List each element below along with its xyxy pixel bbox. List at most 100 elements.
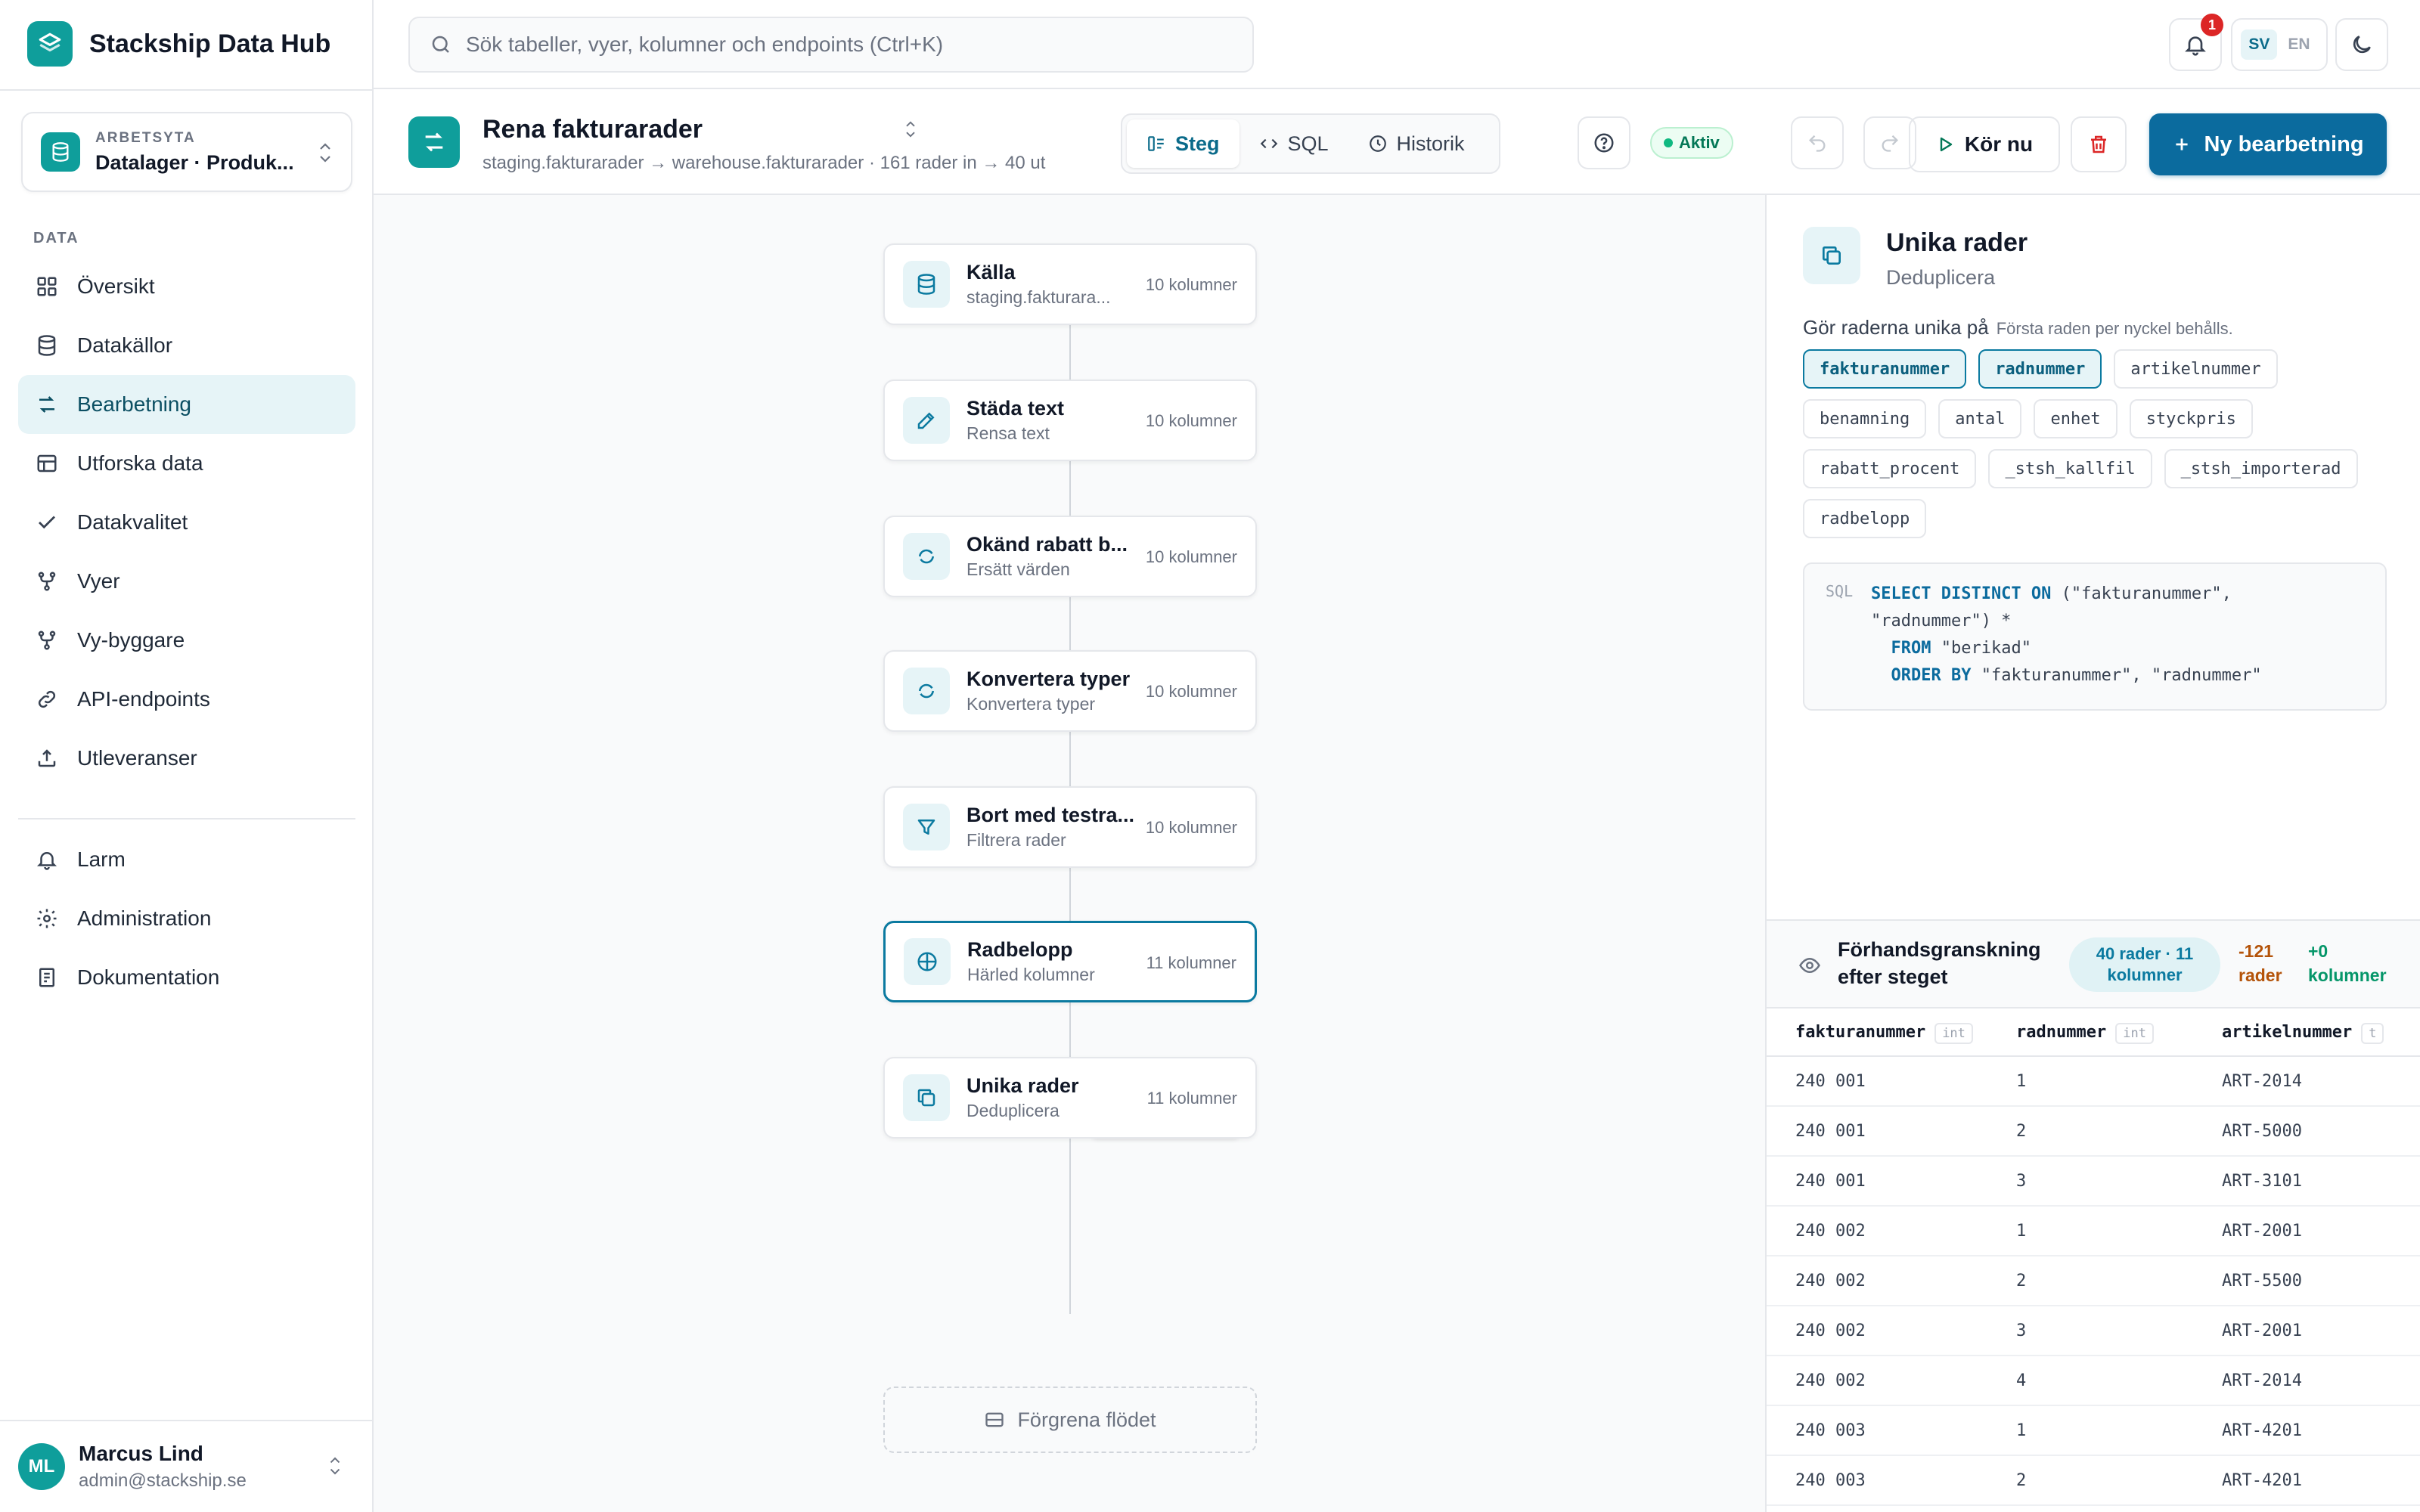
sidebar-item-vy-byggare[interactable]: Vy-byggare — [18, 611, 355, 670]
column-chip[interactable]: rabatt_procent — [1803, 449, 1977, 488]
transform-icon — [35, 392, 59, 417]
step-node-unika-rader[interactable]: Unika rader Deduplicera 11 kolumner — [883, 1057, 1257, 1139]
gear-icon — [35, 906, 59, 931]
tab-sql[interactable]: SQL — [1239, 119, 1348, 168]
chevron-updown-icon[interactable] — [903, 118, 918, 141]
database-icon — [35, 333, 59, 358]
column-chip[interactable]: styckpris — [2129, 399, 2253, 438]
sidebar-item-label: API-endpoints — [77, 687, 210, 711]
table-cell: 2 — [2016, 1470, 2027, 1490]
sidebar-item-label: Datakällor — [77, 333, 173, 357]
branch-label: Förgrena flödet — [1017, 1408, 1156, 1431]
column-chip[interactable]: _stsh_importerad — [2164, 449, 2358, 488]
run-label: Kör nu — [1964, 132, 2034, 156]
secondary-nav: Larm Administration Dokumentation — [18, 830, 355, 1007]
sql-tag: SQL — [1826, 582, 1854, 600]
column-chip[interactable]: radbelopp — [1803, 499, 1927, 538]
step-title: Bort med testra... — [966, 804, 1135, 826]
step-node-kalla[interactable]: Källa staging.fakturara... 10 kolumner — [883, 243, 1257, 325]
step-node-konvertera-typer[interactable]: Konvertera typer Konvertera typer 10 kol… — [883, 650, 1257, 732]
step-title: Unika rader — [966, 1074, 1079, 1097]
column-header[interactable]: artikelnummer t — [2222, 1022, 2420, 1044]
step-node-radbelopp[interactable]: Radbelopp Härled kolumner 11 kolumner — [883, 921, 1257, 1002]
table-cell: ART-2001 — [2222, 1321, 2302, 1340]
column-chip[interactable]: benamning — [1803, 399, 1927, 438]
table-row: 240 002 2 ART-5500 — [1767, 1256, 2420, 1306]
sidebar-item-larm[interactable]: Larm — [18, 830, 355, 889]
sidebar-item-vyer[interactable]: Vyer — [18, 552, 355, 611]
filter-icon — [903, 804, 950, 850]
column-header[interactable]: fakturanummer int — [1767, 1022, 2016, 1044]
moon-icon — [2350, 33, 2374, 57]
check-icon — [35, 510, 59, 534]
help-button[interactable] — [1578, 116, 1630, 169]
sidebar-item-utforska[interactable]: Utforska data — [18, 434, 355, 493]
step-subtitle: Konvertera typer — [966, 694, 1096, 714]
replace-icon — [903, 533, 950, 580]
topbar: 1 SV EN — [374, 0, 2420, 89]
workspace-switcher[interactable]: ARBETSYTA Datalager · Produk... — [21, 112, 352, 192]
notifications-button[interactable]: 1 — [2169, 14, 2223, 71]
user-menu[interactable]: ML Marcus Lind admin@stackship.se — [0, 1420, 374, 1512]
sidebar-item-label: Utleveranser — [77, 746, 197, 770]
column-chip[interactable]: fakturanummer — [1803, 349, 1967, 389]
sidebar-item-administration[interactable]: Administration — [18, 889, 355, 948]
table-row: 240 002 4 ART-2014 — [1767, 1356, 2420, 1406]
branch-flow-button[interactable]: Förgrena flödet — [883, 1387, 1257, 1453]
sidebar-item-utleveranser[interactable]: Utleveranser — [18, 729, 355, 788]
sidebar-item-api-endpoints[interactable]: API-endpoints — [18, 670, 355, 729]
sidebar-item-datakvalitet[interactable]: Datakvalitet — [18, 493, 355, 552]
clock-icon — [1368, 134, 1388, 153]
table-cell: ART-5500 — [2222, 1271, 2302, 1290]
lang-en-button[interactable]: EN — [2280, 29, 2317, 60]
table-icon — [35, 451, 59, 476]
search-box[interactable] — [408, 17, 1254, 73]
sidebar-item-label: Larm — [77, 847, 126, 871]
tab-historik[interactable]: Historik — [1348, 119, 1485, 168]
transform-icon — [408, 116, 460, 168]
column-chip[interactable]: artikelnummer — [2114, 349, 2278, 389]
preview-rowcount-badge: 40 rader · 11 kolumner — [2069, 937, 2220, 992]
undo-button[interactable] — [1791, 116, 1844, 169]
column-header[interactable]: radnummer int — [2016, 1022, 2222, 1044]
delete-button[interactable] — [2071, 116, 2127, 172]
redo-icon — [1879, 132, 1900, 153]
database-icon — [41, 132, 80, 172]
column-chip[interactable]: antal — [1938, 399, 2022, 438]
step-node-bort-med-testrader[interactable]: Bort med testra... Filtrera rader 10 kol… — [883, 786, 1257, 868]
sidebar-item-dokumentation[interactable]: Dokumentation — [18, 948, 355, 1007]
column-chip[interactable]: _stsh_kallfil — [1988, 449, 2152, 488]
table-cell: ART-2014 — [2222, 1071, 2302, 1091]
key-label: Gör raderna unika på — [1803, 316, 1989, 339]
table-cell: ART-5000 — [2222, 1121, 2302, 1141]
step-subtitle: staging.fakturara... — [966, 287, 1111, 307]
step-column-count: 10 kolumner — [1145, 682, 1237, 701]
tab-label: Historik — [1396, 132, 1465, 155]
chevron-updown-icon — [327, 1455, 343, 1477]
sidebar-item-label: Dokumentation — [77, 965, 220, 989]
sidebar-item-bearbetning[interactable]: Bearbetning — [18, 375, 355, 434]
plus-circle-icon — [904, 938, 951, 985]
table-header-row: fakturanummer int radnummer int artikelnum… — [1767, 1009, 2420, 1057]
table-cell: 1 — [2016, 1221, 2027, 1241]
search-input[interactable] — [466, 33, 1146, 57]
sidebar-item-datakallor[interactable]: Datakällor — [18, 316, 355, 375]
brand[interactable]: Stackship Data Hub — [27, 21, 330, 67]
sidebar-item-oversikt[interactable]: Översikt — [18, 257, 355, 316]
tab-steg[interactable]: Steg — [1127, 119, 1239, 168]
table-cell: 240 002 — [1795, 1321, 1866, 1340]
step-node-stada-text[interactable]: Städa text Rensa text 10 kolumner — [883, 380, 1257, 461]
status-dot — [1664, 138, 1673, 147]
column-chip[interactable]: radnummer — [1978, 349, 2102, 389]
replace-icon — [903, 668, 950, 714]
run-now-button[interactable]: Kör nu — [1909, 116, 2060, 172]
column-chip[interactable]: enhet — [2034, 399, 2118, 438]
step-subtitle: Härled kolumner — [967, 965, 1095, 984]
page-title[interactable]: Rena fakturarader — [482, 115, 703, 144]
lang-sv-button[interactable]: SV — [2241, 29, 2278, 60]
new-pipeline-button[interactable]: Ny bearbetning — [2149, 113, 2387, 175]
key-columns-label: Gör raderna unika på Första raden per nyc… — [1803, 316, 2233, 339]
theme-toggle-button[interactable] — [2335, 18, 2388, 71]
key-column-chips: fakturanummer radnummer artikelnummer be… — [1803, 349, 2393, 538]
step-node-okand-rabatt[interactable]: Okänd rabatt b... Ersätt värden 10 kolum… — [883, 516, 1257, 597]
